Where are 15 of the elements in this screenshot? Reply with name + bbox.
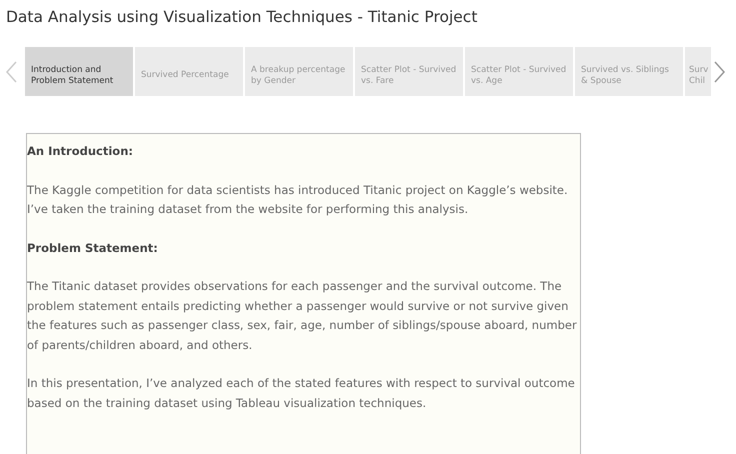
chevron-right-icon[interactable] [713, 60, 727, 84]
story-tab[interactable]: Surv Chil [685, 47, 711, 96]
story-tab[interactable]: A breakup percentage by Gender [245, 47, 353, 96]
page-title: Data Analysis using Visualization Techniques - Titanic Project [6, 7, 478, 28]
body-paragraph: The Titanic dataset provides observations for each passenger and the survival outcome. The problem statement entails predicting whether a passenger would survive or not survive given the features such as passenger class, sex, fair, age, number of siblings/spouse aboard, number of parents/children aboard, and others. [27, 278, 578, 354]
story-tab[interactable]: Survived vs. Siblings & Spouse [575, 47, 683, 96]
story-tab[interactable]: Survived Percentage [135, 47, 243, 96]
body-paragraph: In this presentation, I’ve analyzed each of the stated features with respect to survival outcome based on the training dataset using Tableau visualization techniques. [27, 375, 576, 412]
chevron-left-icon[interactable] [4, 60, 18, 84]
story-tab[interactable]: Scatter Plot - Survived vs. Fare [355, 47, 463, 96]
section-heading: An Introduction: [27, 143, 134, 160]
story-tab[interactable]: Introduction and Problem Statement [25, 47, 133, 96]
body-paragraph: The Kaggle competition for data scientists has introduced Titanic project on Kaggle’s website. I’ve taken the training dataset from the website for performing this analysis. [27, 182, 569, 218]
section-heading: Problem Statement: [27, 240, 159, 256]
story-tab[interactable]: Scatter Plot - Survived vs. Age [465, 47, 573, 96]
